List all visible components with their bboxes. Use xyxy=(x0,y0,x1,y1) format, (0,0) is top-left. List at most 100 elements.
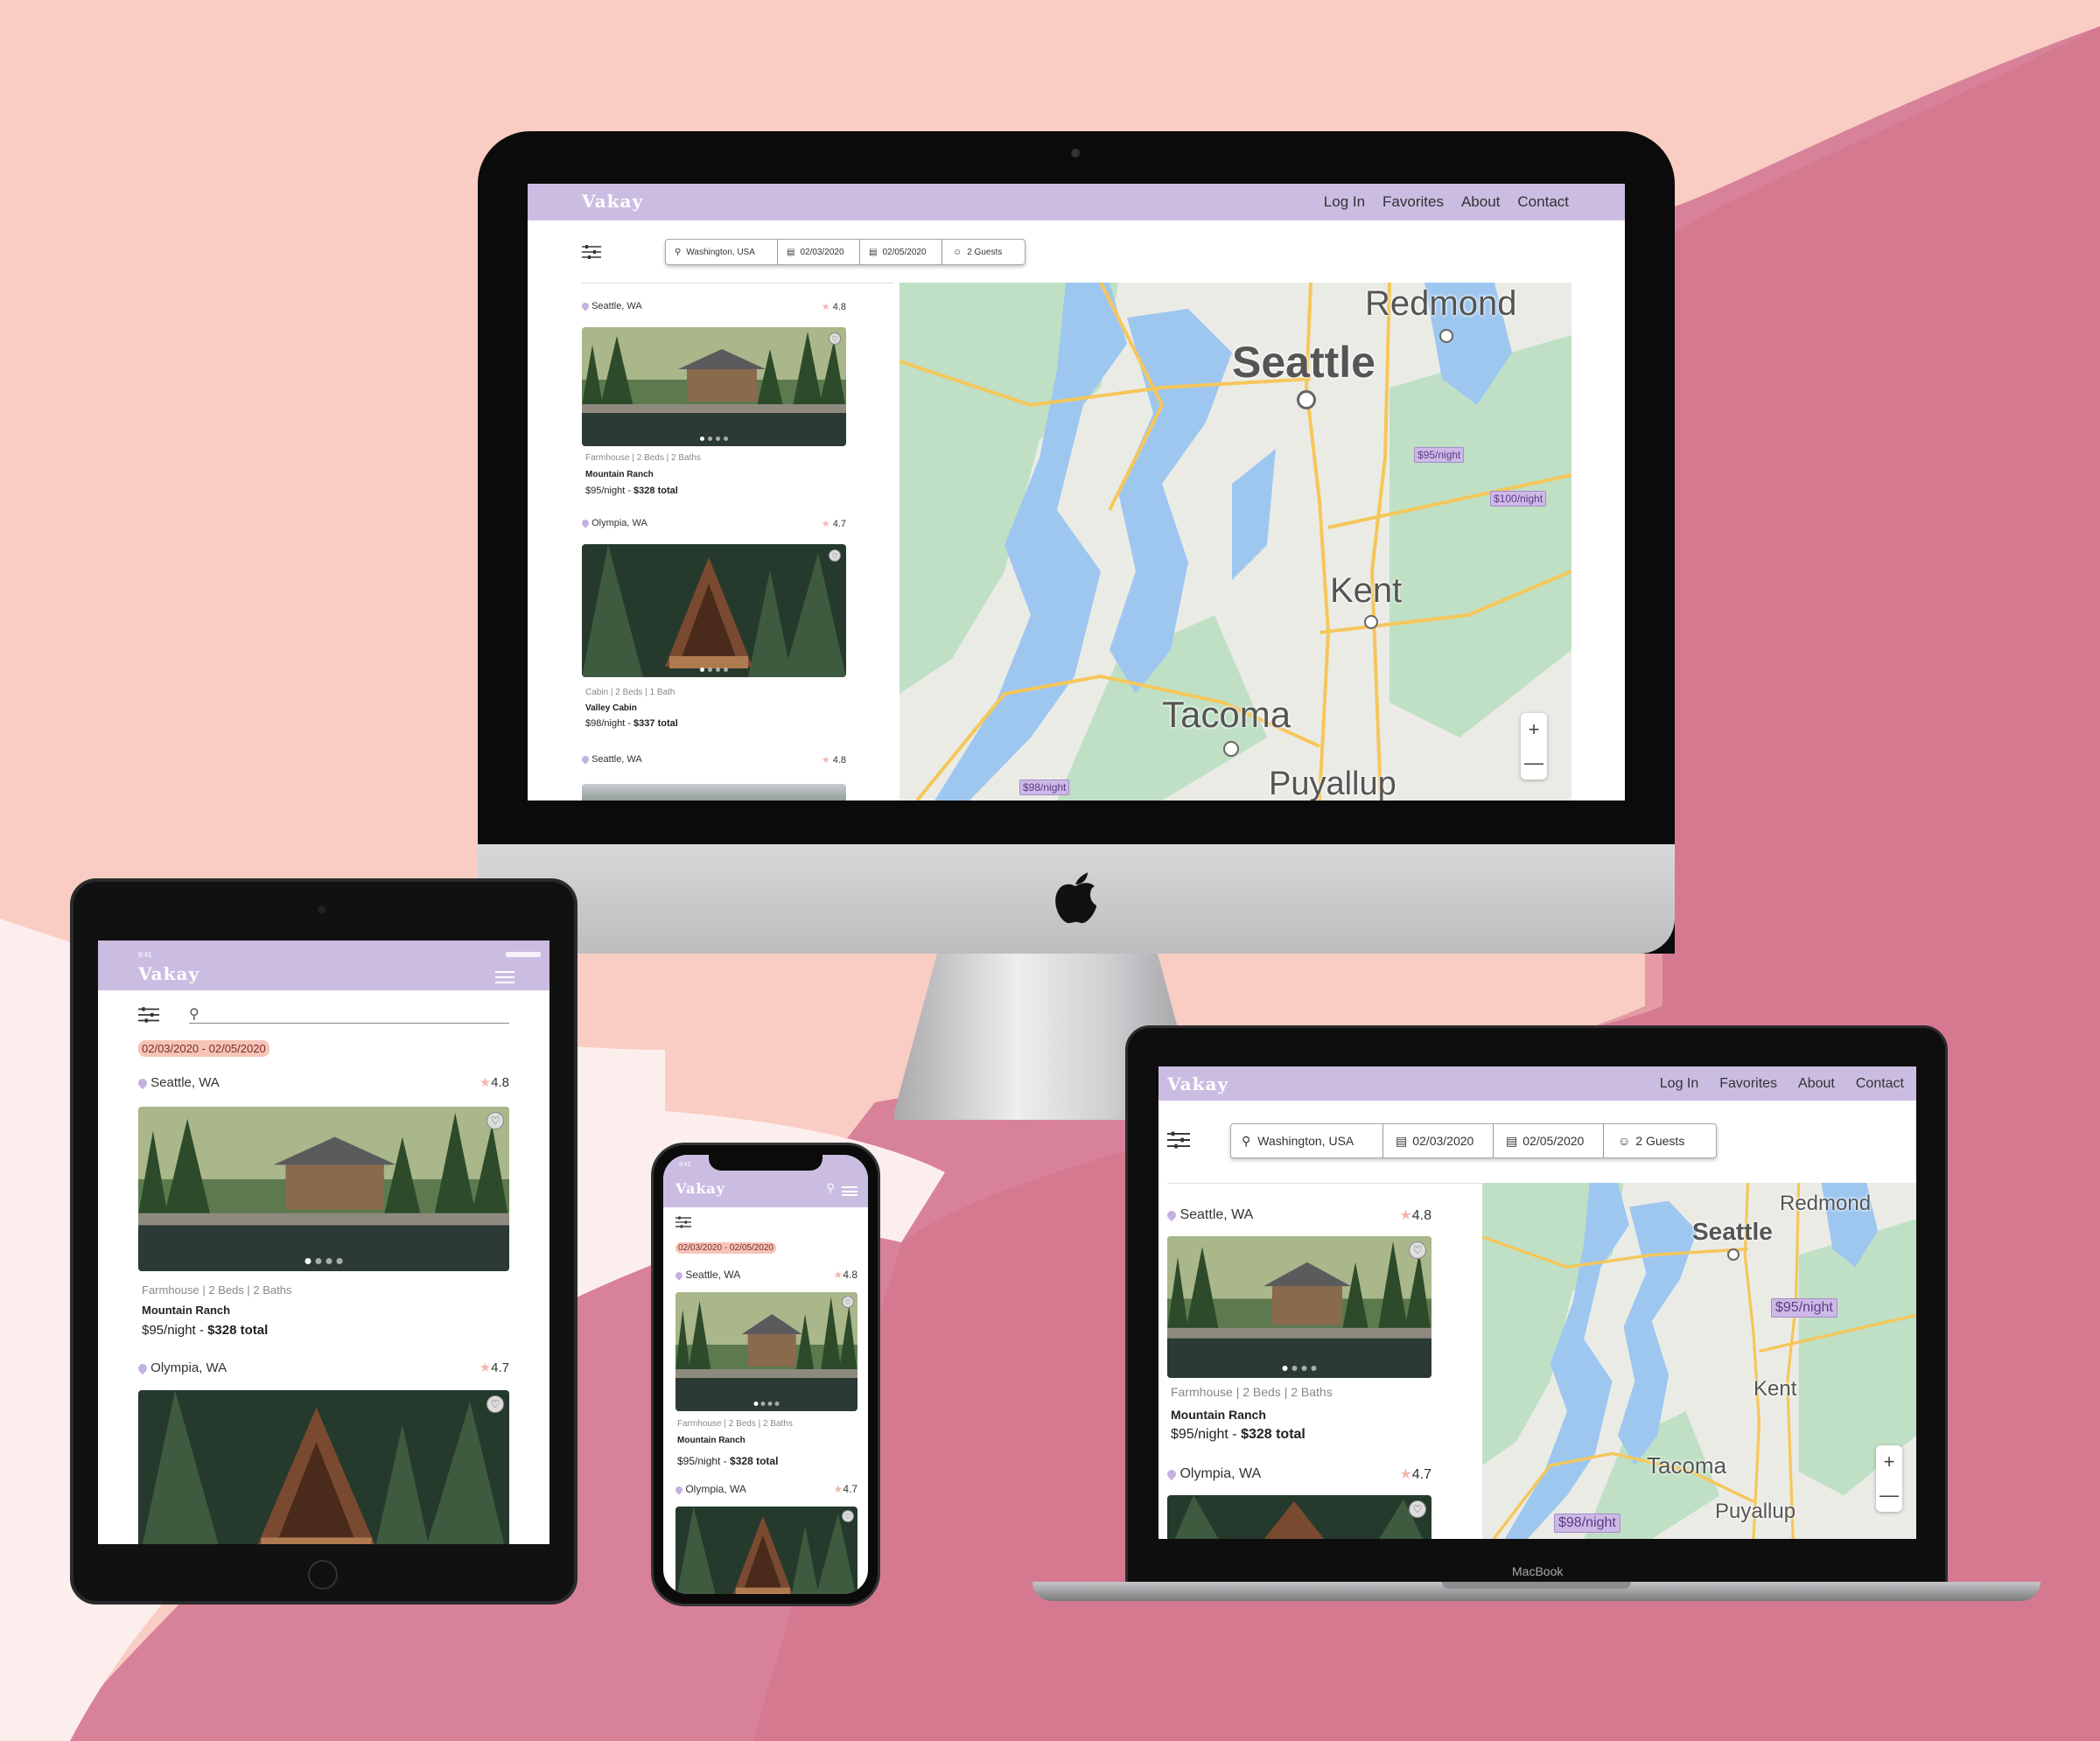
map-price-tag[interactable]: $95/night xyxy=(1771,1298,1838,1318)
map[interactable]: Redmond Seattle Kent Tacoma Puyallup $95… xyxy=(1482,1183,1916,1539)
ipad-camera xyxy=(318,905,326,913)
location-value: Washington, USA xyxy=(686,247,755,257)
heart-icon[interactable]: ♡ xyxy=(829,549,841,562)
search-icon[interactable]: ⚲ xyxy=(189,1005,200,1023)
nav-favorites-link[interactable]: Favorites xyxy=(1719,1076,1777,1092)
listing-card[interactable]: Seattle, WA ★4.8 ♡ Farmhouse | 2 Beds | … xyxy=(1165,1206,1432,1443)
map-price-tag[interactable]: $98/night xyxy=(1554,1514,1620,1533)
filter-sliders-icon[interactable] xyxy=(582,245,601,259)
listing-card[interactable]: Seattle, WA ★4.8 ♡ Farmhouse | 2 Beds | … xyxy=(674,1268,858,1476)
date-range-chip[interactable]: 02/03/2020 - 02/05/2020 xyxy=(138,1040,270,1057)
listing-photo[interactable]: ♡ xyxy=(1167,1236,1432,1378)
map-price-tag[interactable]: $100/night xyxy=(1490,491,1547,507)
listing-card[interactable]: Olympia, WA ★4.7 ♡ xyxy=(1165,1465,1432,1539)
guests-field[interactable]: ☺ 2 Guests xyxy=(942,240,1025,264)
checkin-field[interactable]: ▤ 02/03/2020 xyxy=(778,240,860,264)
map-zoom-control: + — xyxy=(1521,713,1547,780)
listing-card[interactable]: Seattle, WA ★ 4.8 ♡ Farmhouse | 2 Beds |… xyxy=(580,299,846,505)
nav-about-link[interactable]: About xyxy=(1461,193,1500,211)
listing-photo[interactable]: ♡ xyxy=(582,327,846,446)
zoom-in-button[interactable]: + xyxy=(1529,718,1540,741)
date-range-chip[interactable]: 02/03/2020 - 02/05/2020 xyxy=(676,1242,776,1254)
photo-carousel-dots[interactable] xyxy=(304,1258,343,1264)
map-city-marker xyxy=(1727,1248,1740,1261)
photo-carousel-dots[interactable] xyxy=(753,1402,780,1406)
checkout-field[interactable]: ▤ 02/05/2020 xyxy=(860,240,942,264)
listing-card[interactable]: Seattle, WA ★4.8 ♡ Farmhouse | 2 Beds | … xyxy=(136,1073,509,1338)
search-icon: ⚲ xyxy=(675,247,682,257)
logo[interactable]: Vakay xyxy=(138,963,200,984)
nav-login-link[interactable]: Log In xyxy=(1660,1076,1698,1092)
listing-meta: Farmhouse | 2 Beds | 2 Baths xyxy=(585,453,701,463)
nav-about-link[interactable]: About xyxy=(1798,1076,1835,1092)
logo[interactable]: Vakay xyxy=(676,1180,725,1197)
heart-icon[interactable]: ♡ xyxy=(486,1395,504,1413)
listing-location: Seattle, WA xyxy=(685,1269,741,1281)
nav-favorites-link[interactable]: Favorites xyxy=(1382,193,1444,211)
listing-card[interactable]: Olympia, WA ★4.7 ♡ xyxy=(674,1482,858,1594)
logo[interactable]: Vakay xyxy=(1167,1073,1228,1094)
macbook-screen: Vakay Log In Favorites About Contact ⚲ Wa… xyxy=(1158,1066,1916,1539)
hamburger-menu-icon[interactable] xyxy=(495,971,514,983)
listing-rating: 4.7 xyxy=(491,1360,509,1375)
checkin-value: 02/03/2020 xyxy=(1412,1134,1474,1148)
map-city-marker xyxy=(1223,741,1239,757)
photo-carousel-dots[interactable] xyxy=(700,437,728,441)
heart-icon[interactable]: ♡ xyxy=(842,1296,854,1308)
location-field[interactable]: ⚲ Washington, USA xyxy=(666,240,778,264)
checkout-field[interactable]: ▤ 02/05/2020 xyxy=(1494,1124,1604,1157)
nav-contact-link[interactable]: Contact xyxy=(1517,193,1569,211)
listing-photo[interactable] xyxy=(582,784,846,801)
listing-photo[interactable]: ♡ xyxy=(676,1292,858,1411)
heart-icon[interactable]: ♡ xyxy=(1409,1241,1426,1259)
photo-carousel-dots[interactable] xyxy=(700,668,728,672)
photo-carousel-dots[interactable] xyxy=(1282,1366,1317,1371)
map-price-tag[interactable]: $98/night xyxy=(1019,780,1070,795)
ipad-home-button xyxy=(308,1560,338,1590)
top-nav: Vakay Log In Favorites About Contact xyxy=(1158,1066,1916,1101)
filter-sliders-icon[interactable] xyxy=(138,1007,159,1023)
search-icon[interactable]: ⚲ xyxy=(826,1181,835,1195)
listing-card[interactable]: Seattle, WA ★ 4.8 xyxy=(580,752,846,801)
listing-rating: 4.8 xyxy=(832,754,846,766)
star-icon: ★ xyxy=(821,754,830,766)
person-icon: ☺ xyxy=(1618,1134,1631,1148)
macbook-notch xyxy=(1442,1582,1631,1589)
star-icon: ★ xyxy=(833,1269,844,1281)
heart-icon[interactable]: ♡ xyxy=(842,1510,854,1522)
nav-login-link[interactable]: Log In xyxy=(1324,193,1365,211)
heart-icon[interactable]: ♡ xyxy=(1409,1500,1426,1518)
nav-contact-link[interactable]: Contact xyxy=(1856,1076,1904,1092)
heart-icon[interactable]: ♡ xyxy=(829,332,841,345)
listing-card[interactable]: Olympia, WA ★ 4.7 ♡ Cabin | 2 Beds | 1 B… xyxy=(580,516,846,731)
listing-photo[interactable]: ♡ xyxy=(582,544,846,677)
guests-field[interactable]: ☺ 2 Guests xyxy=(1604,1124,1716,1157)
zoom-out-button[interactable]: — xyxy=(1880,1484,1899,1507)
checkin-field[interactable]: ▤ 02/03/2020 xyxy=(1383,1124,1494,1157)
filter-sliders-icon[interactable] xyxy=(1167,1131,1190,1149)
zoom-in-button[interactable]: + xyxy=(1884,1451,1895,1473)
map[interactable]: Redmond Seattle Kent Tacoma Puyallup $95… xyxy=(900,283,1572,801)
listing-photo[interactable]: ♡ xyxy=(138,1390,509,1544)
hamburger-menu-icon[interactable] xyxy=(842,1186,858,1196)
listing-rating: 4.7 xyxy=(832,518,846,529)
status-time: 9:41 xyxy=(679,1162,691,1168)
star-icon: ★ xyxy=(821,301,830,312)
listing-title: Valley Cabin xyxy=(585,703,637,713)
zoom-out-button[interactable]: — xyxy=(1524,752,1544,774)
heart-icon[interactable]: ♡ xyxy=(486,1112,504,1129)
status-battery-icon xyxy=(506,952,541,957)
location-field[interactable]: ⚲ Washington, USA xyxy=(1231,1124,1383,1157)
filter-sliders-icon[interactable] xyxy=(676,1216,691,1228)
location-pin-icon xyxy=(580,301,591,311)
search-input[interactable] xyxy=(189,1023,509,1024)
listing-card[interactable]: Olympia, WA ★4.7 ♡ xyxy=(136,1359,509,1544)
top-nav: 9:41 Vakay ⚲ xyxy=(663,1155,868,1207)
listing-photo[interactable]: ♡ xyxy=(1167,1495,1432,1539)
listing-price: $95/night - $328 total xyxy=(677,1455,779,1467)
map-price-tag[interactable]: $95/night xyxy=(1414,447,1465,463)
listing-photo[interactable]: ♡ xyxy=(138,1107,509,1271)
logo[interactable]: Vakay xyxy=(582,191,643,212)
iphone-notch xyxy=(709,1155,822,1171)
listing-photo[interactable]: ♡ xyxy=(676,1507,858,1594)
